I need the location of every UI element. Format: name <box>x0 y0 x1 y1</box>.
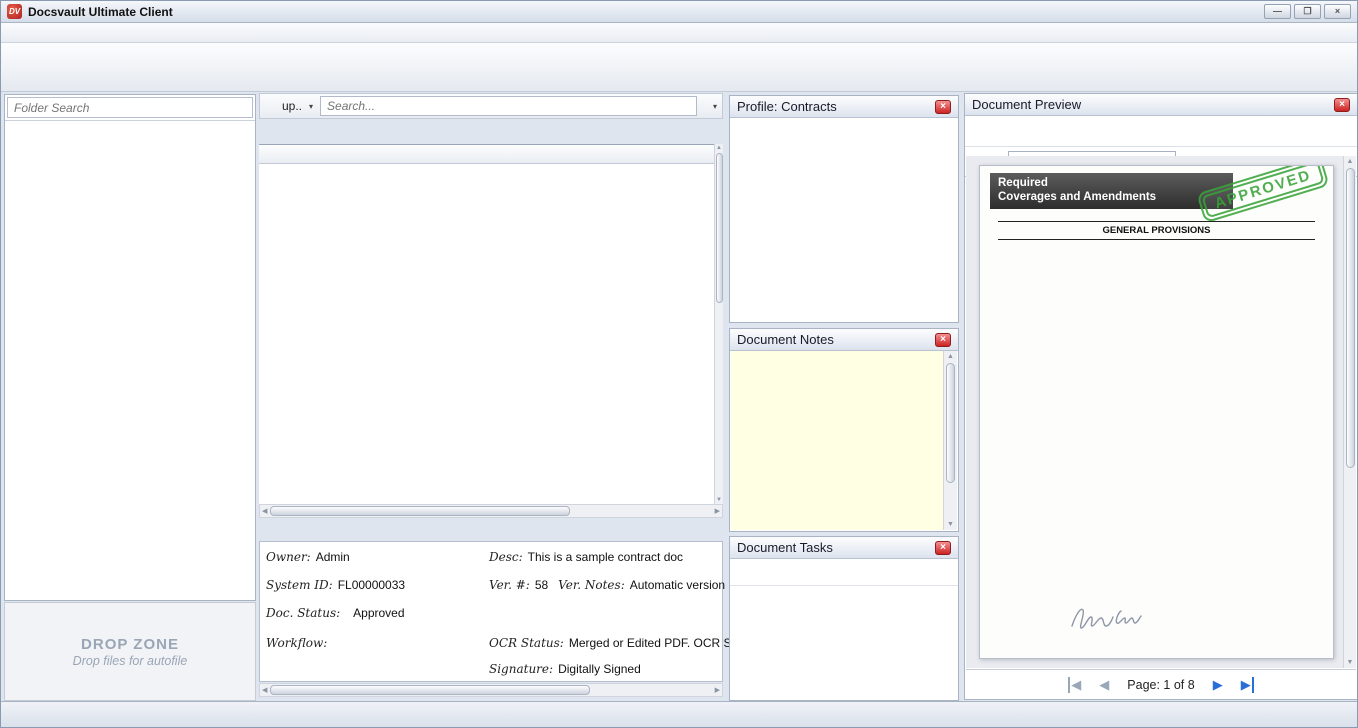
tasks-panel: Document Tasks × <box>729 536 959 701</box>
version-value: 58 <box>535 578 548 592</box>
file-navigation-bar: up.. ▾ ▾ <box>259 93 723 119</box>
first-page-button[interactable]: ◀ <box>1068 677 1081 693</box>
profile-panel: Profile: Contracts × <box>729 95 959 323</box>
folder-sidebar <box>4 94 256 601</box>
owner-label: Owner: <box>266 550 311 564</box>
tasks-panel-header: Document Tasks × <box>730 537 958 559</box>
up-folder-button[interactable]: up.. <box>279 99 302 113</box>
preview-toolbar <box>965 116 1357 147</box>
last-page-button[interactable]: ▶ <box>1241 677 1254 693</box>
drop-zone[interactable]: DROP ZONE Drop files for autofile <box>4 602 256 701</box>
up-folder-label: up.. <box>282 99 302 113</box>
status-bar <box>1 701 1357 727</box>
toolbar-overflow-icon[interactable]: ▾ <box>713 102 717 111</box>
folder-tree <box>5 121 255 599</box>
document-page: Required Coverages and Amendments APPROV… <box>979 165 1334 659</box>
desc-value: This is a sample contract doc <box>528 550 683 564</box>
signature-label: Signature: <box>489 662 553 676</box>
restore-button[interactable]: ❒ <box>1294 4 1321 19</box>
file-search <box>320 96 697 116</box>
folder-search <box>5 95 255 121</box>
page-indicator: Page: 1 of 8 <box>1127 678 1194 692</box>
folder-tab-bar <box>259 119 723 144</box>
preview-scrollbar[interactable]: ▲▼ <box>1343 156 1356 668</box>
drop-zone-subtitle: Drop files for autofile <box>73 654 188 668</box>
version-notes-label: Ver. Notes: <box>558 578 625 592</box>
ocr-status-label: OCR Status: <box>489 636 564 650</box>
doc-status-label: Doc. Status: <box>266 606 340 620</box>
details-hscrollbar[interactable]: ◀▶ <box>259 683 723 697</box>
desc-label: Desc: <box>489 550 523 564</box>
app-window: DV Docsvault Ultimate Client — ❒ × DROP … <box>0 0 1358 728</box>
minimize-button[interactable]: — <box>1264 4 1291 19</box>
file-search-input[interactable] <box>320 96 697 116</box>
close-icon[interactable]: × <box>1334 98 1350 112</box>
owner-value: Admin <box>316 550 350 564</box>
folder-search-input[interactable] <box>7 97 253 118</box>
document-preview-panel: Document Preview × Find Required Coverag… <box>964 93 1358 700</box>
document-header: Required Coverages and Amendments <box>990 173 1233 209</box>
notes-panel: Document Notes × ▲▼ <box>729 328 959 532</box>
close-button[interactable]: × <box>1324 4 1351 19</box>
main-toolbar <box>1 43 1357 92</box>
system-id-value: FL00000033 <box>338 578 405 592</box>
workflow-label: Workflow: <box>266 636 327 650</box>
preview-toggle-button[interactable]: ▾ <box>309 102 313 111</box>
profile-panel-title: Profile: Contracts <box>737 99 837 114</box>
app-logo-icon: DV <box>7 4 22 19</box>
title-bar: DV Docsvault Ultimate Client — ❒ × <box>1 1 1357 23</box>
file-table <box>259 164 714 504</box>
file-list-vscrollbar[interactable]: ▲▼ <box>714 144 723 504</box>
signature-value: Digitally Signed <box>558 662 641 676</box>
file-list-hscrollbar[interactable]: ◀▶ <box>259 504 723 518</box>
profile-panel-header: Profile: Contracts × <box>730 96 958 118</box>
document-section-title: GENERAL PROVISIONS <box>998 221 1314 240</box>
system-id-label: System ID: <box>266 578 333 592</box>
window-title: Docsvault Ultimate Client <box>28 5 173 19</box>
preview-panel-header: Document Preview × <box>965 94 1357 116</box>
notes-panel-title: Document Notes <box>737 332 834 347</box>
preview-panel-title: Document Preview <box>972 97 1081 112</box>
table-header <box>259 144 714 164</box>
close-icon[interactable]: × <box>935 333 951 347</box>
notes-scrollbar[interactable]: ▲▼ <box>943 351 957 530</box>
tasks-panel-title: Document Tasks <box>737 540 833 555</box>
doc-status-value: Approved <box>353 606 404 620</box>
details-tab-bar <box>259 520 723 542</box>
notes-panel-header: Document Notes × <box>730 329 958 351</box>
next-page-button[interactable]: ▶ <box>1213 677 1223 693</box>
notes-list <box>731 351 943 530</box>
drop-zone-title: DROP ZONE <box>81 636 179 653</box>
details-panel: Owner: Admin Desc: This is a sample contra… <box>259 541 723 682</box>
version-label: Ver. #: <box>489 578 530 592</box>
close-icon[interactable]: × <box>935 541 951 555</box>
prev-page-button[interactable]: ◀ <box>1099 677 1109 693</box>
preview-page-area: Required Coverages and Amendments APPROV… <box>966 156 1356 668</box>
handwritten-signature <box>1068 598 1156 636</box>
close-icon[interactable]: × <box>935 100 951 114</box>
menu-bar <box>1 23 1357 43</box>
preview-pager: ◀ ◀ Page: 1 of 8 ▶ ▶ <box>966 669 1356 699</box>
tasks-toolbar <box>730 559 958 586</box>
window-controls: — ❒ × <box>1264 4 1351 19</box>
signature-block <box>1068 598 1162 636</box>
